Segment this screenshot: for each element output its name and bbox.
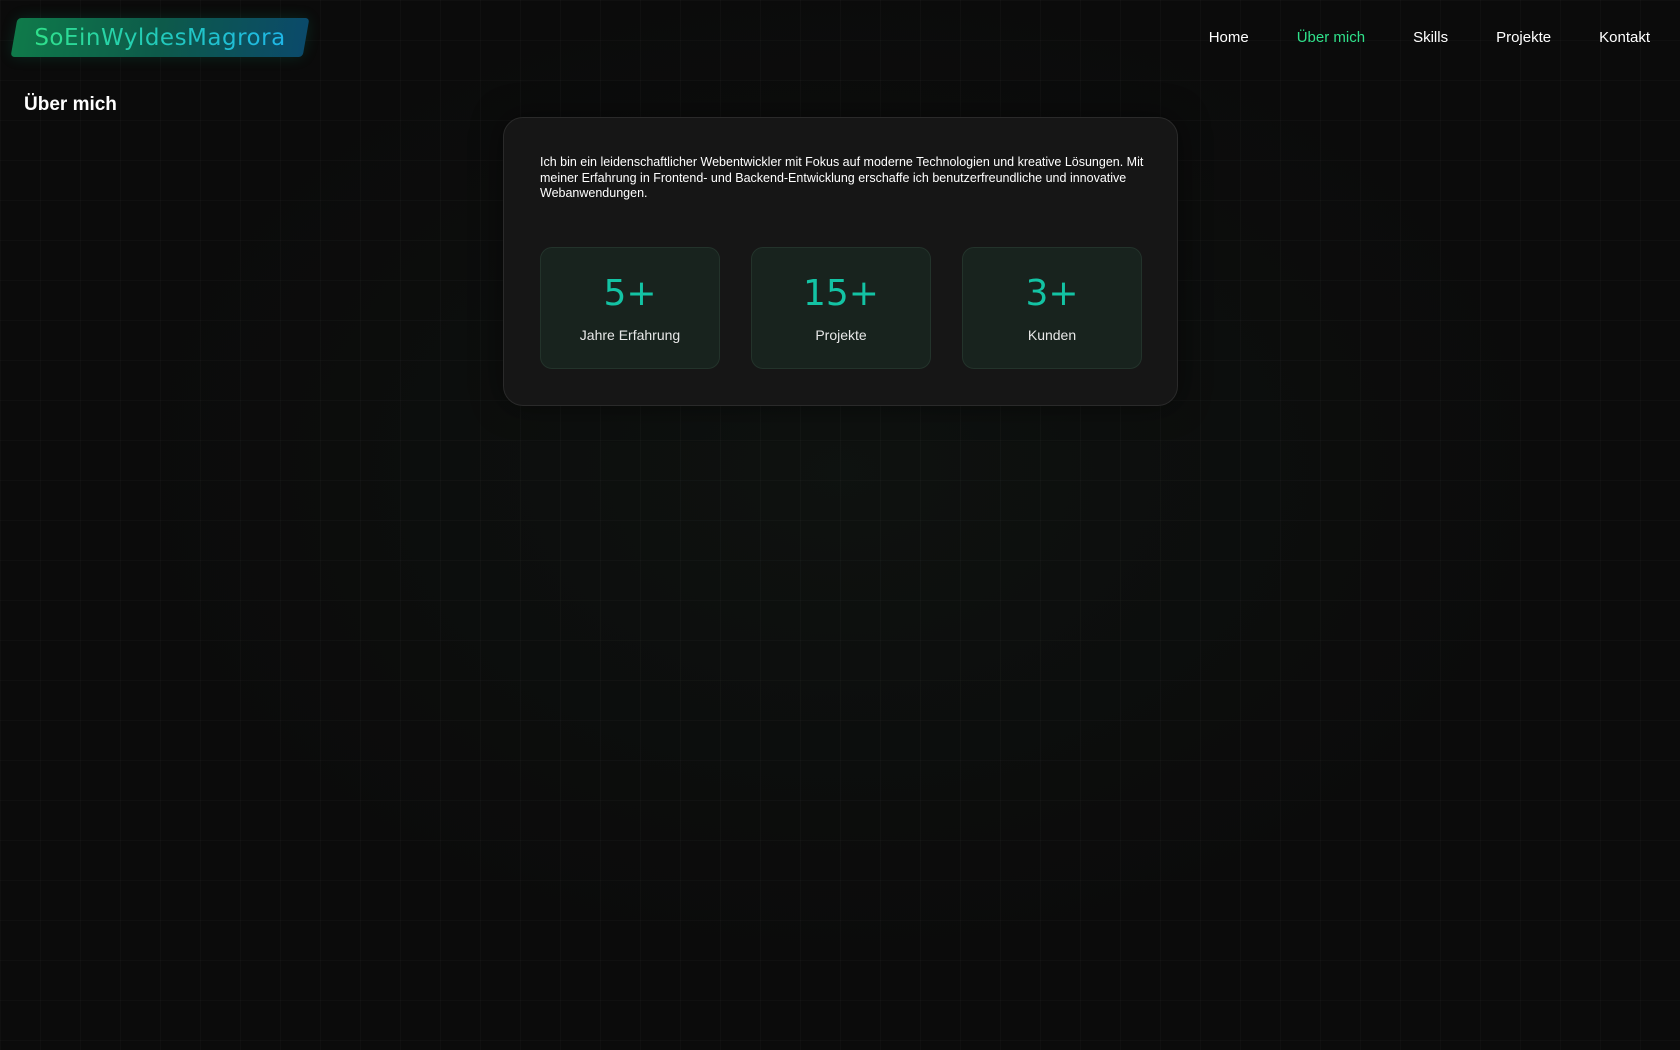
stat-value: 5+ [603,273,657,314]
logo[interactable]: SoEinWyldesMagrora [10,18,310,57]
stats-row: 5+ Jahre Erfahrung 15+ Projekte 3+ Kunde… [540,247,1142,369]
stat-card-projects: 15+ Projekte [751,247,931,369]
stat-label: Projekte [815,327,867,343]
stat-card-experience: 5+ Jahre Erfahrung [540,247,720,369]
nav-kontakt[interactable]: Kontakt [1599,28,1650,48]
stat-card-clients: 3+ Kunden [962,247,1142,369]
about-card: Ich bin ein leidenschaftlicher Webentwic… [503,117,1178,406]
nav-projekte[interactable]: Projekte [1496,28,1551,48]
main-nav: Home Über mich Skills Projekte Kontakt [1161,28,1650,48]
stat-value: 3+ [1025,273,1079,314]
nav-skills[interactable]: Skills [1413,28,1448,48]
section-title: Über mich [24,94,117,115]
stat-label: Kunden [1027,327,1077,343]
about-text: Ich bin ein leidenschaftlicher Webentwic… [540,155,1144,200]
stat-label: Jahre Erfahrung [579,327,681,343]
logo-text: SoEinWyldesMagrora [34,24,286,51]
stat-value: 15+ [803,273,879,314]
nav-ueber-mich[interactable]: Über mich [1297,28,1365,48]
nav-home[interactable]: Home [1209,28,1249,48]
page: SoEinWyldesMagrora Home Über mich Skills… [0,0,1680,1050]
